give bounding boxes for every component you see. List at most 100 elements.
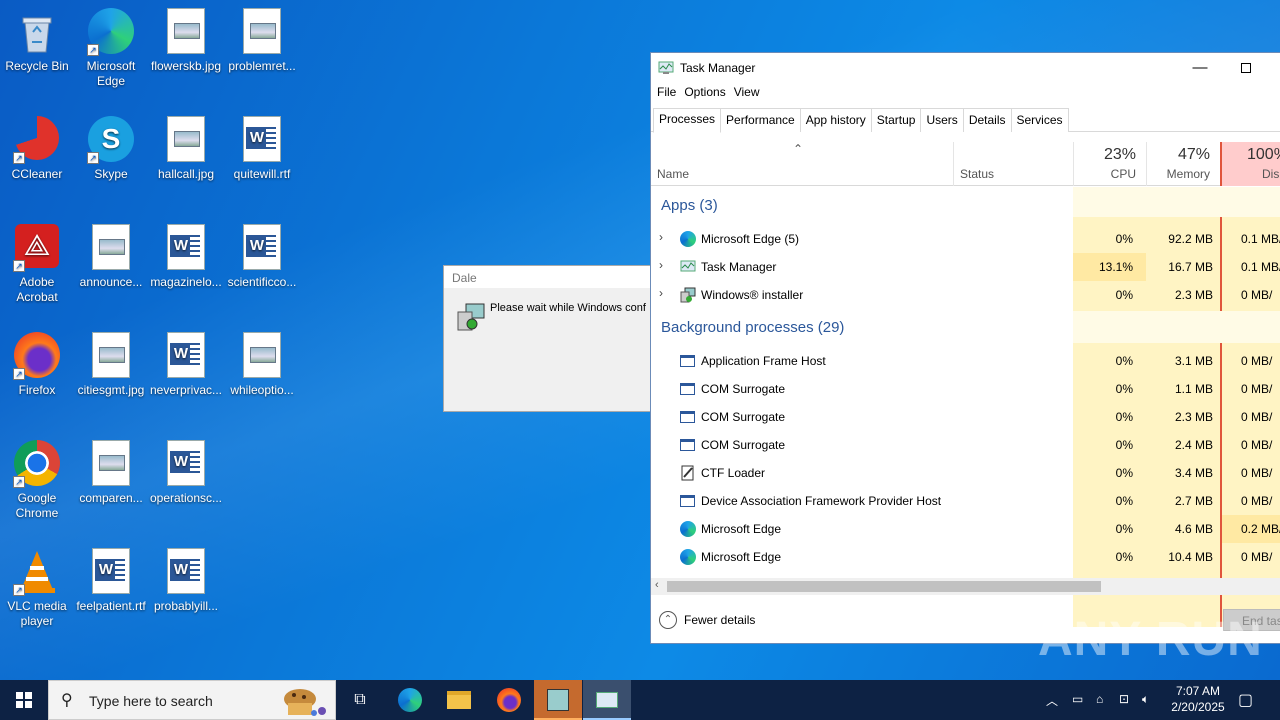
taskbar: ⚲ Type here to search ⧉ ︿ ▭ ⌂ ⊡ 🔈︎ 7:07 … [0,680,1280,720]
desktop-icon-whileoptio[interactable]: whileoptio... [224,332,300,398]
process-disk: 0 MB/ [1241,410,1273,424]
column-name[interactable]: Name [657,167,689,181]
title-bar[interactable]: Task Manager — [651,53,1280,83]
menu-file[interactable]: File [657,83,684,103]
maximize-button[interactable] [1223,53,1269,83]
tab-startup[interactable]: Startup [870,108,922,132]
tray-meet-icon[interactable]: ⌂ [1096,692,1103,720]
search-placeholder: Type here to search [89,693,213,709]
desktop-icon-hallcall[interactable]: hallcall.jpg [148,116,224,182]
desktop-icon-flowerskb[interactable]: flowerskb.jpg [148,8,224,74]
tab-processes[interactable]: Processes [653,108,722,133]
table-row[interactable]: CTF Loader 0% 3.4 MB 0 MB/ [651,459,1280,487]
horizontal-scrollbar[interactable]: ‹ [651,578,1280,595]
installer-dialog[interactable]: Dale Please wait while Windows conf [443,265,653,412]
sort-chevron-up-icon[interactable]: ⌃ [793,142,803,156]
desktop-icon-magazinelo[interactable]: W magazinelo... [148,224,224,290]
chevron-right-icon[interactable]: › [659,230,663,244]
network-icon[interactable]: ⊡ [1119,692,1129,720]
desktop-icon-neverprivac[interactable]: W neverprivac... [148,332,224,398]
disk-total: 100% [1247,146,1280,163]
fewer-details-icon[interactable]: ⌃ [659,611,677,629]
tab-users[interactable]: Users [920,108,964,132]
desktop-icon-feelpatient[interactable]: W feelpatient.rtf [73,548,149,614]
taskbar-firefox[interactable] [485,680,533,720]
table-row[interactable]: COM Surrogate 0% 2.4 MB 0 MB/ [651,431,1280,459]
process-cpu: 0% [1115,550,1133,564]
image-file-icon [87,440,135,488]
process-name: Application Frame Host [701,354,826,368]
desktop-icon-skype[interactable]: S ↗ Skype [73,116,149,182]
clock[interactable]: 7:07 AM 2/20/2025 [1166,683,1230,720]
desktop-icon-acrobat[interactable]: ⟁ ↗ Adobe Acrobat [0,224,75,305]
desktop-icon-vlc[interactable]: ↗ VLC media player [0,548,75,629]
task-manager-window[interactable]: Task Manager — File Options View Process… [650,52,1280,644]
chevron-right-icon[interactable]: › [659,258,663,272]
desktop-icon-operationsc[interactable]: W operationsc... [148,440,224,506]
desktop-icon-label: problemret... [228,59,296,73]
taskbar-task-manager[interactable] [583,680,631,720]
desktop-icon-announce[interactable]: announce... [73,224,149,290]
table-row[interactable]: › Task Manager 13.1% 16.7 MB 0.1 MB/ [651,253,1280,281]
scroll-left-icon[interactable]: ‹ [655,579,659,591]
desktop-icon-ccleaner[interactable]: ↗ CCleaner [0,116,75,182]
search-icon: ⚲ [61,692,73,709]
table-row[interactable]: Application Frame Host 0% 3.1 MB 0 MB/ [651,347,1280,375]
desktop-icon-problemret[interactable]: problemret... [224,8,300,74]
desktop-icon-chrome[interactable]: ↗ Google Chrome [0,440,75,521]
table-row[interactable]: › Windows® installer 0% 2.3 MB 0 MB/ [651,281,1280,309]
tab-services[interactable]: Services [1010,108,1069,132]
volume-icon[interactable]: 🔈︎ [1142,692,1149,720]
edge-icon [680,231,696,247]
desktop-icon-citiesgmt[interactable]: citiesgmt.jpg [73,332,149,398]
desktop-icon-quitewill[interactable]: W quitewill.rtf [224,116,300,182]
start-button[interactable] [0,680,48,720]
process-memory: 2.3 MB [1174,288,1213,302]
desktop-icon-probablyill[interactable]: W probablyill... [148,548,224,614]
column-disk-header[interactable]: 100% Dis [1220,142,1280,186]
installer-icon [456,302,486,332]
window-title: Task Manager [680,61,756,75]
table-row[interactable]: COM Surrogate 0% 2.3 MB 0 MB/ [651,403,1280,431]
process-cpu: 0% [1115,466,1133,480]
desktop-icon-comparen[interactable]: comparen... [73,440,149,506]
menu-options[interactable]: Options [684,83,733,103]
process-memory: 4.6 MB [1174,522,1213,536]
menu-view[interactable]: View [734,83,768,103]
process-name: Microsoft Edge (5) [701,232,800,246]
taskbar-installer[interactable] [534,680,582,720]
table-row[interactable]: COM Surrogate 0% 1.1 MB 0 MB/ [651,375,1280,403]
tab-app-history[interactable]: App history [799,108,872,132]
table-row[interactable]: Microsoft Edge 0% 4.6 MB 0.2 MB/ [651,515,1280,543]
notifications-icon[interactable]: ▢ [1238,690,1253,720]
scrollbar-thumb[interactable] [667,581,1101,592]
desktop-icon-recycle-bin[interactable]: Recycle Bin [0,8,75,74]
process-name: CTF Loader [701,466,766,480]
task-manager-icon [658,60,674,76]
search-highlight-icon [274,685,330,717]
taskbar-file-explorer[interactable] [435,680,483,720]
task-view-button[interactable]: ⧉ [336,680,384,720]
column-cpu-header[interactable]: 23% CPU [1073,142,1146,186]
desktop-icon-scientificco[interactable]: W scientificco... [224,224,300,290]
taskbar-edge[interactable] [386,680,434,720]
column-memory-header[interactable]: 47% Memory [1146,142,1220,186]
table-row[interactable]: › Microsoft Edge (5) 0% 92.2 MB 0.1 MB/ [651,225,1280,253]
desktop-icon-edge[interactable]: ↗ Microsoft Edge [73,8,149,89]
fewer-details-link[interactable]: Fewer details [684,613,755,627]
column-status-header[interactable]: Status [953,142,1073,186]
table-row[interactable]: Microsoft Edge 0% 10.4 MB 0 MB/ [651,543,1280,571]
show-hidden-icons[interactable]: ︿ [1046,692,1058,720]
table-row[interactable]: Device Association Framework Provider Ho… [651,487,1280,515]
search-box[interactable]: ⚲ Type here to search [48,680,336,720]
background-section-header: Background processes (29) [661,319,845,336]
apps-header-shading [1073,187,1280,217]
tab-performance[interactable]: Performance [720,108,801,132]
word-document-icon: W [162,548,210,596]
minimize-button[interactable]: — [1177,53,1223,83]
chevron-right-icon[interactable]: › [659,286,663,300]
process-memory: 16.7 MB [1168,260,1213,274]
tab-details[interactable]: Details [962,108,1012,132]
desktop-icon-firefox[interactable]: ↗ Firefox [0,332,75,398]
tray-device-icon[interactable]: ▭ [1072,692,1083,720]
